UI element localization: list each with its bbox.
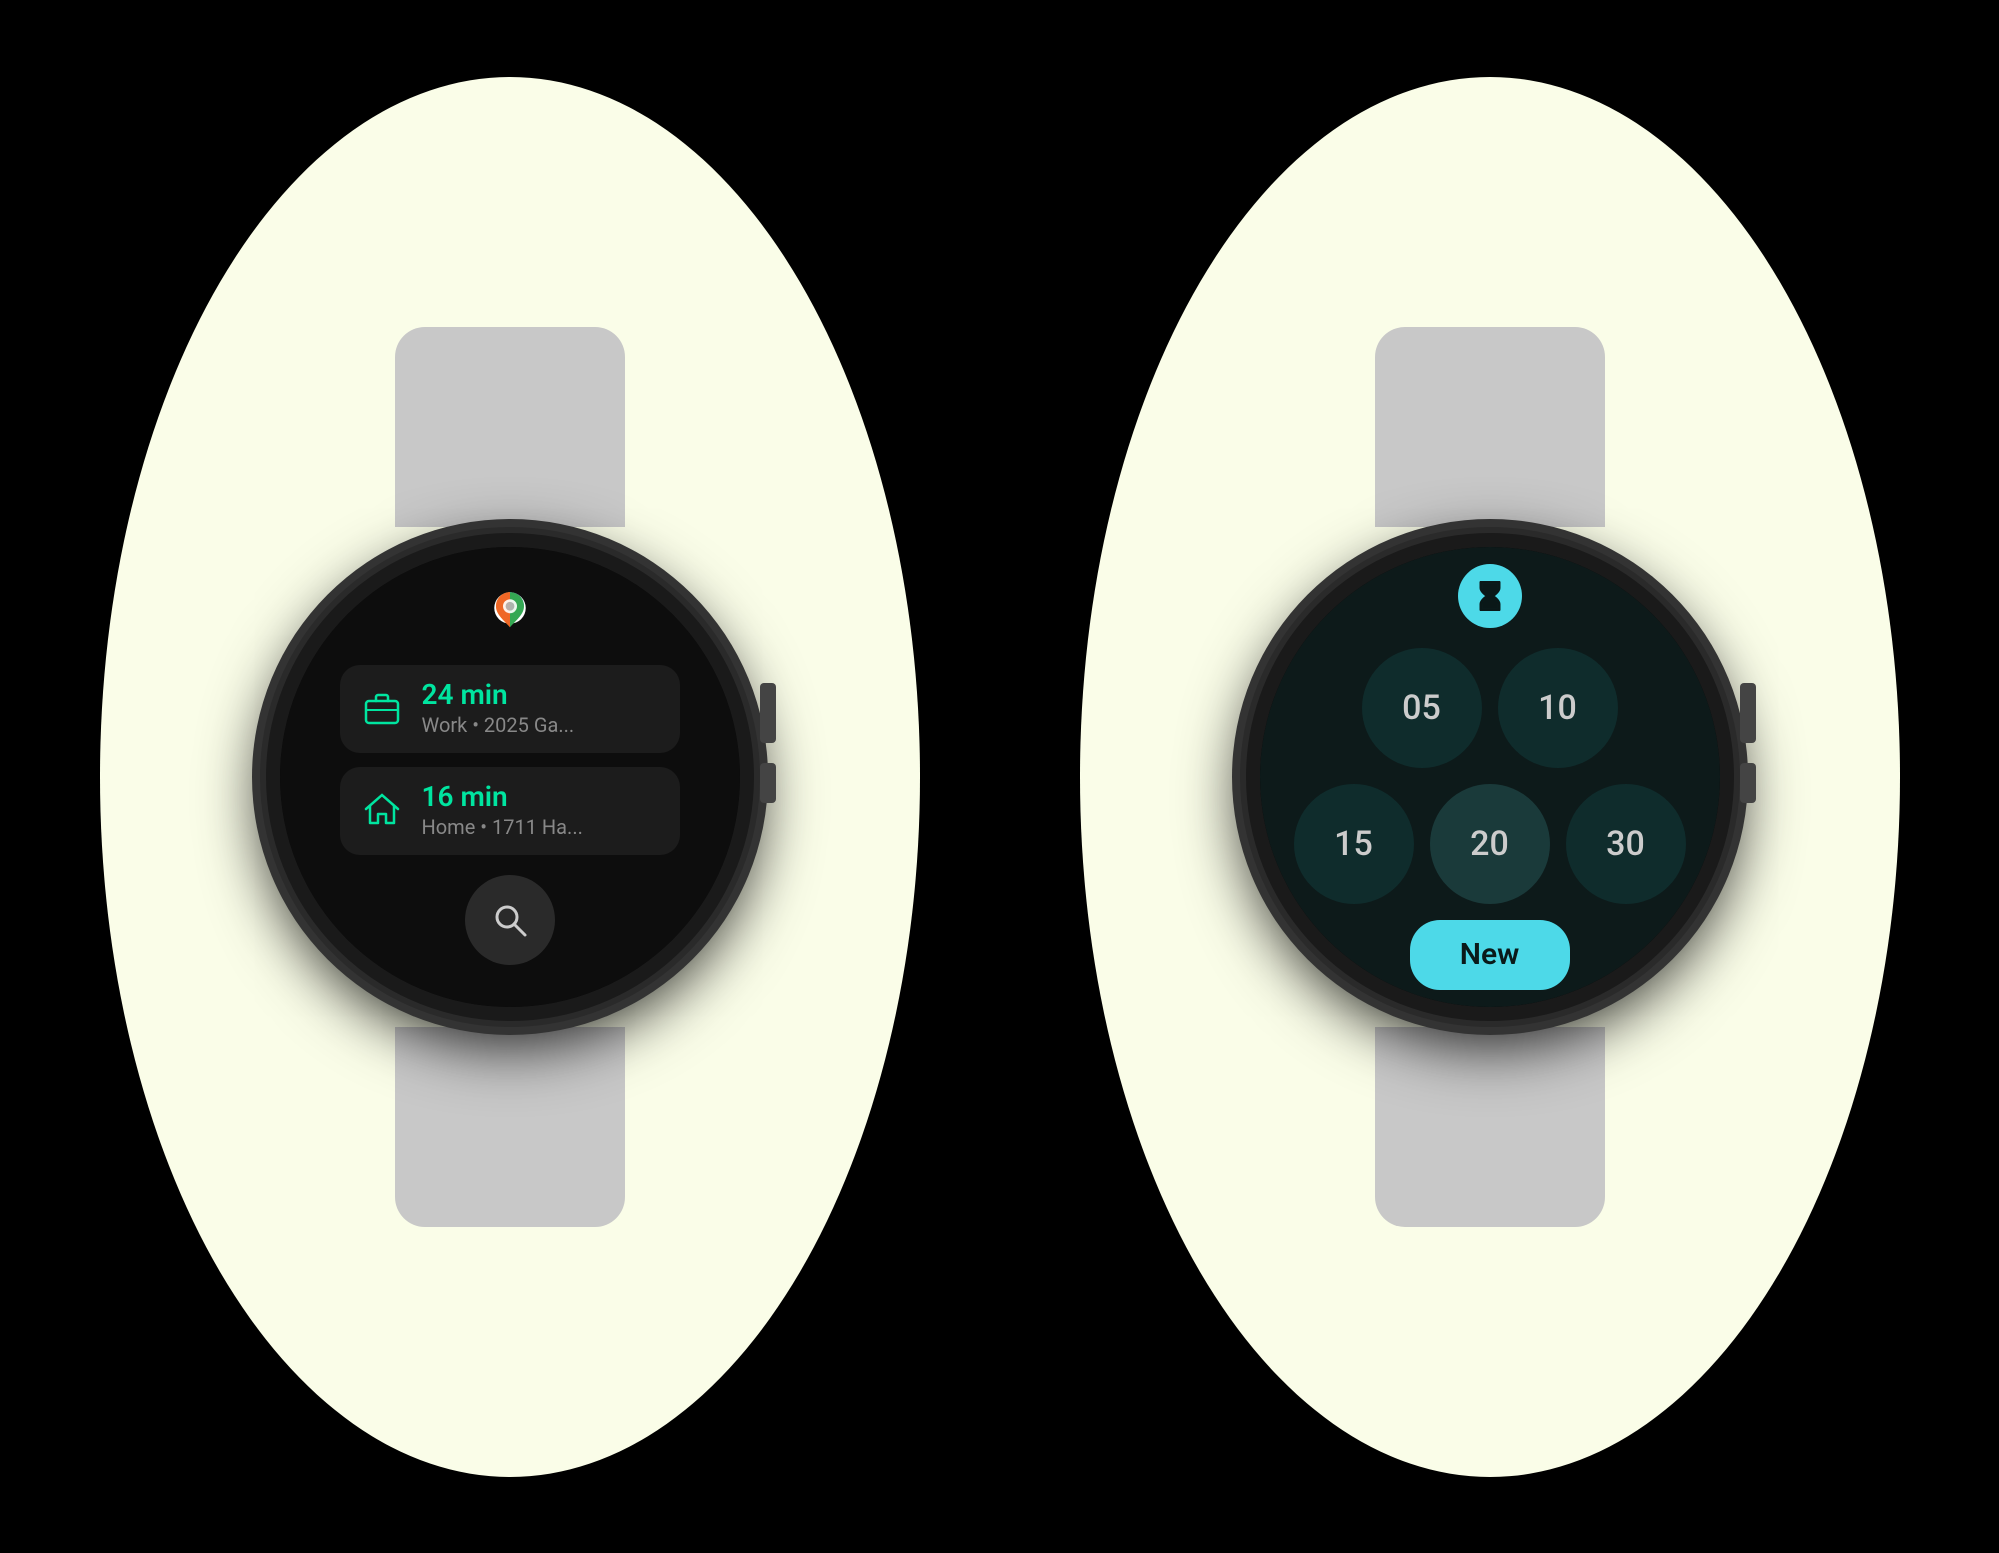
watch-case-left: 24 min Work • 2025 Ga... [260,527,760,1027]
timer-icon-row [1458,564,1522,628]
watch-screen-left: 24 min Work • 2025 Ga... [280,547,740,1007]
timer-10-button[interactable]: 10 [1498,648,1618,768]
hourglass-button[interactable] [1458,564,1522,628]
band-top-right [1375,327,1605,527]
watch-pod-right: 05 10 15 20 30 New [1000,0,1980,1553]
maps-app: 24 min Work • 2025 Ga... [280,547,740,1007]
work-nav-details: 24 min Work • 2025 Ga... [422,681,575,737]
crown-upper-left [760,683,776,743]
watch-body-left: 24 min Work • 2025 Ga... [260,327,760,1227]
search-button[interactable] [465,875,555,965]
timer-app: 05 10 15 20 30 New [1260,547,1720,1007]
timer-05-button[interactable]: 05 [1362,648,1482,768]
band-top-left [395,327,625,527]
home-nav-details: 16 min Home • 1711 Ha... [422,783,583,839]
timer-grid: 05 10 15 20 30 New [1294,648,1686,990]
timer-15-button[interactable]: 15 [1294,784,1414,904]
band-bottom-left [395,1027,625,1227]
band-bottom-right [1375,1027,1605,1227]
work-desc: Work • 2025 Ga... [422,713,575,737]
crown-upper-right [1740,683,1756,743]
watch-body-right: 05 10 15 20 30 New [1240,327,1740,1227]
crown-lower-left [760,763,776,803]
watch-pod-left: 24 min Work • 2025 Ga... [20,0,1000,1553]
scene: 24 min Work • 2025 Ga... [0,0,1999,1553]
home-icon [360,787,404,835]
home-time: 16 min [422,783,583,811]
watch-screen-right: 05 10 15 20 30 New [1260,547,1720,1007]
briefcase-icon [360,685,404,733]
crown-lower-right [1740,763,1756,803]
maps-logo [482,577,538,651]
search-icon [489,899,531,941]
watch-case-right: 05 10 15 20 30 New [1240,527,1740,1027]
timer-row-1: 05 10 [1362,648,1618,768]
work-time: 24 min [422,681,575,709]
timer-row-2: 15 20 30 [1294,784,1686,904]
hourglass-icon [1472,578,1508,614]
timer-20-button[interactable]: 20 [1430,784,1550,904]
nav-item-home[interactable]: 16 min Home • 1711 Ha... [340,767,680,855]
timer-30-button[interactable]: 30 [1566,784,1686,904]
timer-new-button[interactable]: New [1410,920,1570,990]
nav-item-work[interactable]: 24 min Work • 2025 Ga... [340,665,680,753]
home-desc: Home • 1711 Ha... [422,815,583,839]
